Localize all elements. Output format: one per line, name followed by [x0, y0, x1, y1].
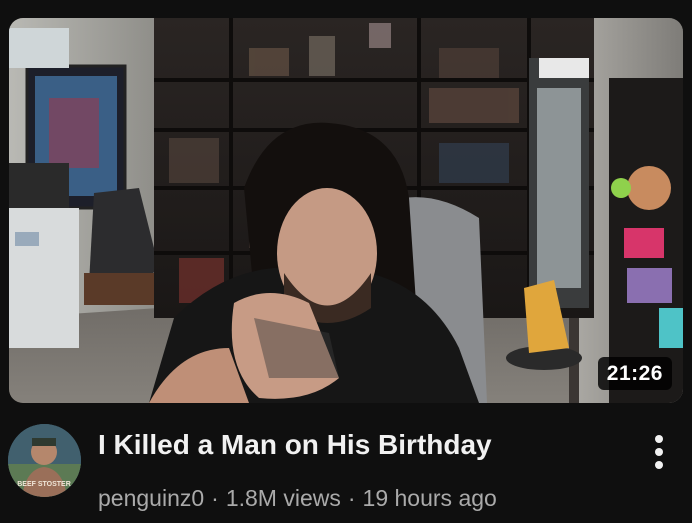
- menu-dot: [655, 461, 663, 469]
- video-thumbnail[interactable]: 21:26: [9, 18, 683, 403]
- avatar-image: BEEF STOSTER: [8, 424, 81, 497]
- view-count: 1.8M views: [225, 485, 341, 511]
- video-meta: penguinz0 · 1.8M views · 19 hours ago: [98, 484, 497, 512]
- video-title[interactable]: I Killed a Man on His Birthday: [98, 428, 618, 462]
- channel-name[interactable]: penguinz0: [98, 485, 204, 511]
- duration-badge: 21:26: [597, 357, 672, 390]
- meta-separator: ·: [347, 485, 356, 511]
- avatar-text: BEEF STOSTER: [17, 481, 71, 488]
- more-vertical-icon[interactable]: [640, 428, 678, 476]
- video-card[interactable]: 21:26 BEEF STOSTER I Killed a Man on His…: [0, 0, 692, 523]
- thumbnail-image: [9, 18, 683, 403]
- meta-separator: ·: [211, 485, 219, 511]
- menu-dot: [655, 448, 663, 456]
- menu-dot: [655, 435, 663, 443]
- channel-avatar[interactable]: BEEF STOSTER: [8, 424, 81, 497]
- upload-age: 19 hours ago: [362, 485, 497, 511]
